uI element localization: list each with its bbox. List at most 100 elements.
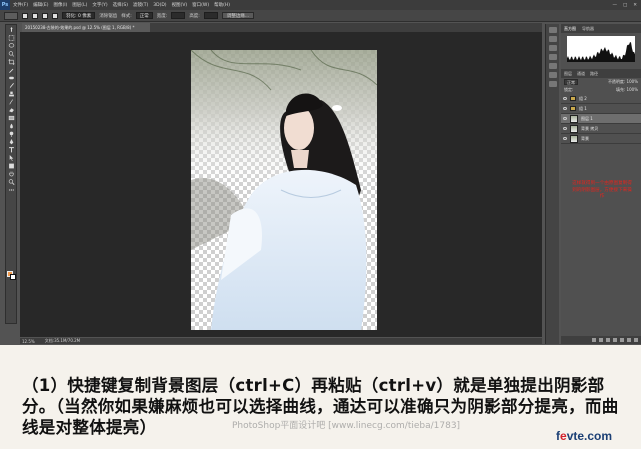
refine-edge-button[interactable]: 调整边缘... — [221, 12, 255, 19]
layer-row[interactable]: 背景 — [561, 134, 641, 144]
tab-paths[interactable]: 路径 — [590, 71, 598, 77]
width-field[interactable] — [171, 12, 186, 19]
menu-select[interactable]: 选择(S) — [113, 2, 128, 8]
new-selection-icon[interactable] — [22, 12, 28, 19]
layer-name: 图层 1 — [581, 115, 593, 121]
layer-row[interactable]: 背景 拷贝 — [561, 124, 641, 134]
blur-tool-icon[interactable] — [6, 122, 16, 129]
new-group-icon[interactable] — [620, 338, 624, 342]
dodge-tool-icon[interactable] — [6, 130, 16, 137]
delete-layer-icon[interactable] — [634, 338, 638, 342]
marquee-tool-icon[interactable] — [6, 34, 16, 41]
height-label: 高度: — [189, 13, 200, 19]
lasso-tool-icon[interactable] — [6, 42, 16, 49]
photoshop-window: Ps 文件(F) 编辑(E) 图像(I) 图层(L) 文字(Y) 选择(S) 滤… — [0, 0, 641, 345]
visibility-eye-icon[interactable] — [563, 127, 567, 130]
brush-preset-icon[interactable] — [548, 63, 557, 69]
feather-field[interactable]: 羽化: 0 像素 — [62, 12, 96, 19]
opacity-field[interactable]: 不透明度: 100% — [608, 79, 638, 85]
layers-panel-tabs: 图层 通道 路径 — [561, 69, 641, 78]
maximize-icon[interactable]: □ — [623, 3, 627, 8]
menu-bar: Ps 文件(F) 编辑(E) 图像(I) 图层(L) 文字(Y) 选择(S) 滤… — [0, 0, 641, 10]
shape-tool-icon[interactable] — [6, 162, 16, 169]
intersect-selection-icon[interactable] — [52, 12, 58, 19]
menu-type[interactable]: 文字(Y) — [92, 2, 107, 8]
menu-window[interactable]: 窗口(W) — [192, 2, 209, 8]
hand-tool-icon[interactable] — [6, 170, 16, 177]
pen-tool-icon[interactable] — [6, 138, 16, 145]
paragraph-icon[interactable] — [548, 81, 557, 87]
document-tab[interactable]: 20150238-古装的-效果的.psd @ 12.5% (图层 1, RGB/… — [22, 23, 150, 32]
menu-3d[interactable]: 3D(D) — [153, 3, 166, 8]
tab-layers[interactable]: 图层 — [564, 71, 572, 77]
layer-row[interactable]: 组 2 — [561, 94, 641, 104]
menu-edit[interactable]: 编辑(E) — [33, 2, 48, 8]
folder-icon — [570, 106, 576, 111]
logo-rest: vte.com — [566, 429, 613, 443]
antialias-checkbox[interactable]: 消除锯齿 — [99, 13, 117, 19]
crop-tool-icon[interactable] — [6, 58, 16, 65]
layer-row[interactable]: 组 1 — [561, 104, 641, 114]
photo-layer-image — [191, 50, 377, 330]
zoom-tool-icon[interactable] — [6, 178, 16, 185]
type-tool-icon[interactable] — [6, 146, 16, 153]
brush-tool-icon[interactable] — [6, 82, 16, 89]
tab-channels[interactable]: 通道 — [577, 71, 585, 77]
layer-name: 组 1 — [579, 105, 587, 111]
link-layers-icon[interactable] — [592, 338, 596, 342]
layer-style-icon[interactable] — [599, 338, 603, 342]
height-field[interactable] — [203, 12, 218, 19]
layer-thumbnail — [570, 114, 578, 123]
blend-mode-select[interactable]: 正常 — [564, 79, 578, 85]
annotation-text: 这样就得到一个由原图复制得到的阴影图层，方便接下来操作 — [572, 181, 632, 199]
quick-select-tool-icon[interactable] — [6, 50, 16, 57]
layer-row[interactable]: 图层 1 — [561, 114, 641, 124]
new-layer-icon[interactable] — [627, 338, 631, 342]
style-select[interactable]: 正常 — [135, 12, 153, 19]
character-icon[interactable] — [548, 72, 557, 78]
menu-file[interactable]: 文件(F) — [13, 2, 28, 8]
visibility-eye-icon[interactable] — [563, 137, 567, 140]
zoom-level[interactable]: 12.5% — [22, 339, 35, 344]
add-selection-icon[interactable] — [32, 12, 38, 19]
menu-image[interactable]: 图像(I) — [53, 2, 67, 8]
gradient-tool-icon[interactable] — [6, 114, 16, 121]
move-tool-icon[interactable] — [6, 26, 16, 33]
menu-help[interactable]: 帮助(H) — [214, 2, 230, 8]
healing-brush-tool-icon[interactable] — [6, 74, 16, 81]
more-tools-icon[interactable] — [6, 186, 16, 193]
menu-filter[interactable]: 滤镜(T) — [133, 2, 148, 8]
right-panels: 直方图 导航器 图层 通道 路径 正常 不透明度: 100% 锁定: 填充: 1… — [561, 24, 641, 344]
subtract-selection-icon[interactable] — [42, 12, 48, 19]
tab-histogram[interactable]: 直方图 — [564, 26, 576, 32]
tool-preset-picker[interactable] — [4, 11, 18, 20]
actions-icon[interactable] — [548, 36, 557, 42]
window-controls: — □ ✕ — [612, 3, 641, 8]
menu-layer[interactable]: 图层(L) — [72, 2, 87, 8]
document-canvas[interactable] — [191, 50, 377, 330]
path-select-tool-icon[interactable] — [6, 154, 16, 161]
properties-icon[interactable] — [548, 54, 557, 60]
eraser-tool-icon[interactable] — [6, 106, 16, 113]
history-brush-tool-icon[interactable] — [6, 98, 16, 105]
visibility-eye-icon[interactable] — [563, 97, 567, 100]
info-icon[interactable] — [548, 45, 557, 51]
document-info[interactable]: 文档:35.1M/70.2M — [45, 338, 80, 344]
minimize-icon[interactable]: — — [612, 3, 617, 8]
eyedropper-tool-icon[interactable] — [6, 66, 16, 73]
fill-field[interactable]: 填充: 100% — [616, 87, 638, 93]
visibility-eye-icon[interactable] — [563, 107, 567, 110]
tab-navigator[interactable]: 导航器 — [582, 26, 594, 32]
add-mask-icon[interactable] — [606, 338, 610, 342]
close-icon[interactable]: ✕ — [633, 3, 637, 8]
background-color-swatch[interactable] — [10, 274, 16, 280]
adjustment-layer-icon[interactable] — [613, 338, 617, 342]
visibility-eye-icon[interactable] — [563, 117, 567, 120]
layer-name: 组 2 — [579, 95, 587, 101]
histogram-graph — [561, 33, 641, 65]
history-icon[interactable] — [548, 27, 557, 33]
site-logo: fevte.com — [556, 429, 612, 443]
clone-stamp-tool-icon[interactable] — [6, 90, 16, 97]
menu-view[interactable]: 视图(V) — [172, 2, 188, 8]
lock-label: 锁定: — [564, 87, 574, 92]
